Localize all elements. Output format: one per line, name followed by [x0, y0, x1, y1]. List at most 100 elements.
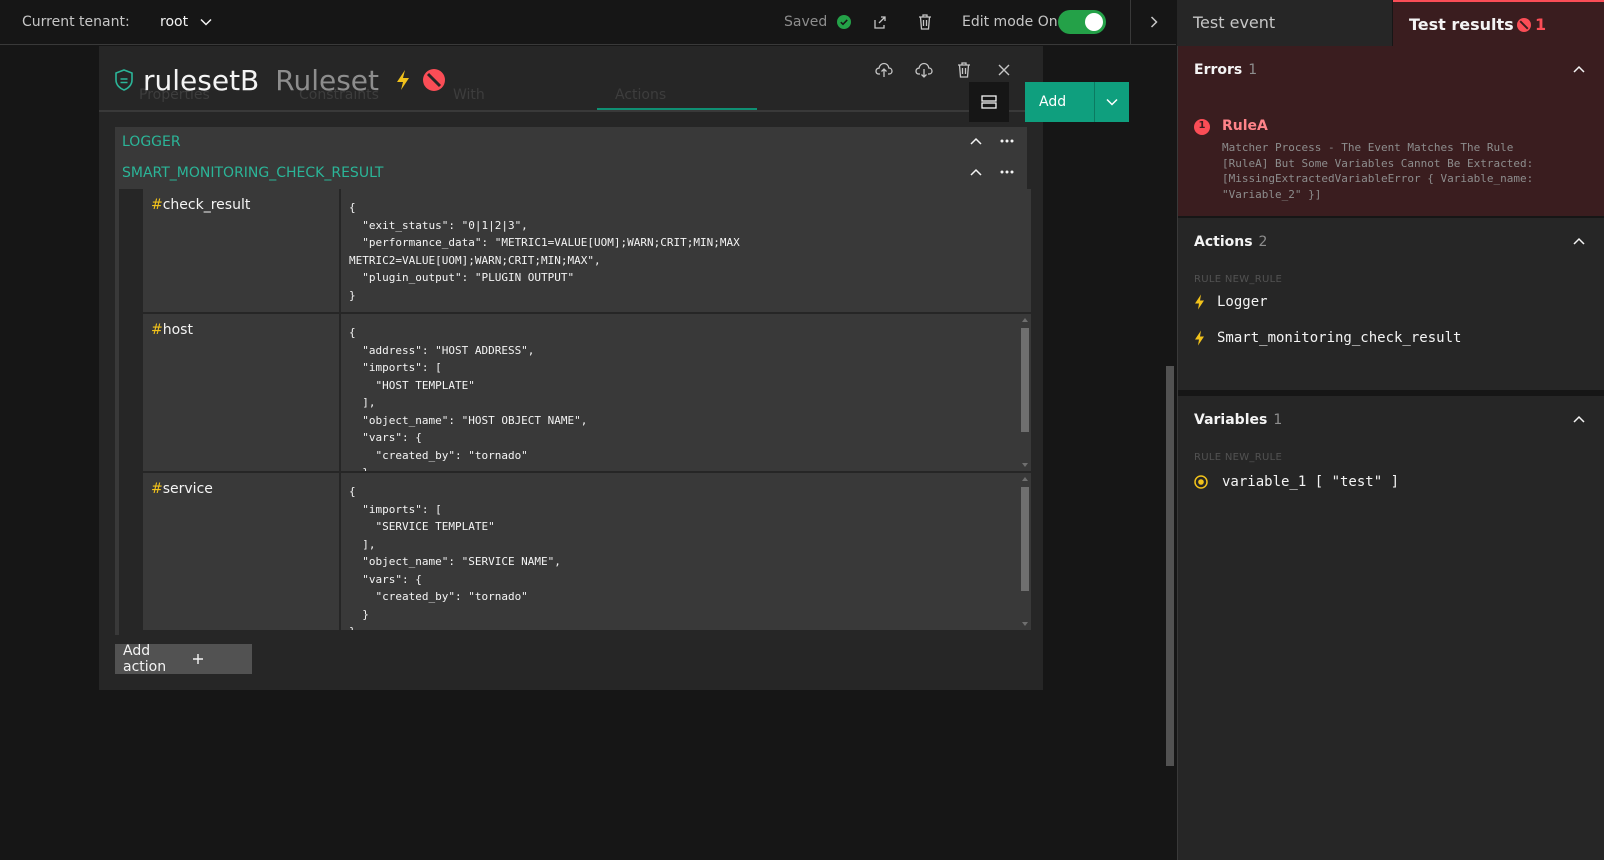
- scroll-up-icon[interactable]: [1022, 477, 1028, 481]
- delete-button[interactable]: [918, 0, 932, 44]
- errors-section: Errors 1 1 RuleA Matcher Process - The Ev…: [1178, 46, 1604, 217]
- variables-rule-label: RULE NEW_RULE: [1194, 452, 1283, 463]
- overflow-menu-icon[interactable]: [999, 165, 1015, 179]
- chevron-right-icon: [1150, 16, 1158, 28]
- plus-icon: [184, 653, 253, 665]
- scroll-up-icon[interactable]: [1022, 318, 1028, 322]
- param-value-text[interactable]: { "imports": [ "SERVICE TEMPLATE" ], "ob…: [341, 473, 1031, 630]
- scroll-down-icon[interactable]: [1022, 463, 1028, 467]
- results-count: 1: [1535, 15, 1547, 34]
- actions-title[interactable]: Actions 2: [1194, 234, 1267, 250]
- ruleset-type: Ruleset: [275, 63, 380, 97]
- add-button-label: Add: [1039, 94, 1067, 110]
- param-value-editor[interactable]: { "imports": [ "SERVICE TEMPLATE" ], "ob…: [341, 473, 1031, 630]
- action-label: LOGGER: [122, 134, 181, 150]
- tenant-value: root: [160, 14, 189, 30]
- param-value-text[interactable]: { "address": "HOST ADDRESS", "imports": …: [341, 314, 1031, 471]
- upload-button[interactable]: [872, 58, 896, 82]
- variable-item-label: variable_1 [ "test" ]: [1222, 474, 1400, 490]
- close-button[interactable]: [992, 58, 1016, 82]
- hash-prefix: #: [151, 197, 163, 213]
- chevron-up-icon[interactable]: [969, 134, 983, 148]
- tab-test-results[interactable]: Test results 1: [1393, 0, 1604, 46]
- add-button[interactable]: Add: [1025, 82, 1129, 122]
- blocked-icon: [423, 69, 446, 91]
- editor-scrollbar[interactable]: [1019, 314, 1031, 471]
- tenant-select[interactable]: root: [160, 0, 212, 44]
- param-name-text: service: [162, 481, 213, 497]
- scroll-down-icon[interactable]: [1022, 622, 1028, 626]
- edit-mode-label: Edit mode On: [962, 14, 1058, 30]
- param-name: #service: [151, 481, 213, 497]
- overflow-menu-icon[interactable]: [999, 134, 1015, 148]
- errors-count: 1: [1248, 62, 1258, 78]
- errors-title-text: Errors: [1194, 62, 1243, 78]
- download-icon: [915, 62, 933, 78]
- error-message: Matcher Process - The Event Matches The …: [1222, 141, 1534, 201]
- checkmark-icon: [837, 15, 852, 29]
- add-action-label: Add action: [123, 643, 167, 675]
- blocked-icon: [1517, 18, 1531, 32]
- download-button[interactable]: [912, 58, 936, 82]
- chevron-down-icon: [200, 18, 212, 26]
- export-button[interactable]: [872, 0, 888, 44]
- ruleset-panel: Properties Constraints With Actions rule…: [99, 46, 1129, 690]
- tab-test-results-label: Test results: [1409, 15, 1514, 34]
- action-label: SMART_MONITORING_CHECK_RESULT: [122, 165, 384, 181]
- variables-title-text: Variables: [1194, 412, 1268, 428]
- action-header-smart-monitoring[interactable]: SMART_MONITORING_CHECK_RESULT: [115, 158, 1027, 190]
- main-scrollbar-thumb[interactable]: [1166, 366, 1174, 766]
- expand-panel-button[interactable]: [1130, 0, 1177, 44]
- variable-item[interactable]: variable_1 [ "test" ]: [1194, 474, 1399, 490]
- param-value-editor[interactable]: { "exit_status": "0|1|2|3", "performance…: [341, 189, 1031, 312]
- editor-scrollbar-thumb[interactable]: [1021, 487, 1029, 591]
- layout-toggle-button[interactable]: [969, 82, 1009, 122]
- add-action-button[interactable]: Add action: [115, 643, 253, 675]
- add-dropdown-toggle[interactable]: [1093, 82, 1129, 122]
- trash-icon: [918, 14, 932, 30]
- action-params: #check_result { "exit_status": "0|1|2|3"…: [115, 189, 1031, 635]
- errors-title[interactable]: Errors 1: [1194, 62, 1257, 78]
- variables-title[interactable]: Variables 1: [1194, 412, 1282, 428]
- tab-test-event-label: Test event: [1193, 13, 1276, 32]
- editor-scrollbar[interactable]: [1019, 473, 1031, 630]
- tab-with[interactable]: With: [453, 87, 485, 103]
- tenant-label-wrap: Current tenant:: [22, 0, 130, 44]
- edit-mode-toggle-wrap[interactable]: [1058, 0, 1106, 44]
- saved-label: Saved: [784, 14, 828, 30]
- param-row-host: #host { "address": "HOST ADDRESS", "impo…: [143, 314, 1031, 471]
- editor-scrollbar-thumb[interactable]: [1021, 328, 1029, 432]
- chevron-up-icon[interactable]: [969, 165, 983, 179]
- action-item[interactable]: Smart_monitoring_check_result: [1194, 330, 1461, 346]
- error-badge-number: 1: [1198, 120, 1206, 131]
- saved-status: Saved: [784, 0, 852, 44]
- layout-icon: [981, 94, 997, 110]
- action-item[interactable]: Logger: [1194, 294, 1268, 310]
- trash-icon: [957, 62, 971, 78]
- actions-section: Actions 2 RULE NEW_RULE Logger Smart_moni…: [1178, 218, 1604, 390]
- action-item-label: Smart_monitoring_check_result: [1217, 330, 1462, 346]
- action-item-label: Logger: [1217, 294, 1268, 310]
- lightning-icon: [1194, 294, 1205, 310]
- lightning-icon: [1194, 330, 1205, 346]
- action-header-logger[interactable]: LOGGER: [115, 127, 1027, 159]
- variables-section: Variables 1 RULE NEW_RULE variable_1 [ "t…: [1178, 396, 1604, 860]
- upload-icon: [875, 62, 893, 78]
- error-rule-name[interactable]: RuleA: [1222, 118, 1268, 134]
- edit-mode-toggle[interactable]: [1058, 10, 1106, 34]
- chevron-up-icon[interactable]: [1572, 62, 1586, 76]
- param-name: #check_result: [151, 197, 250, 213]
- main-scrollbar[interactable]: [1164, 46, 1176, 860]
- delete-ruleset-button[interactable]: [952, 58, 976, 82]
- chevron-down-icon: [1106, 98, 1118, 106]
- tab-actions[interactable]: Actions: [615, 87, 666, 103]
- param-value-text[interactable]: { "exit_status": "0|1|2|3", "performance…: [341, 189, 1031, 304]
- param-value-editor[interactable]: { "address": "HOST ADDRESS", "imports": …: [341, 314, 1031, 471]
- shield-icon: [115, 69, 133, 91]
- tab-test-event[interactable]: Test event: [1177, 0, 1392, 46]
- chevron-up-icon[interactable]: [1572, 234, 1586, 248]
- actions-count: 2: [1258, 234, 1268, 250]
- top-bar: Current tenant: root Saved Edit mode On: [0, 0, 1176, 45]
- radio-icon: [1194, 475, 1208, 489]
- chevron-up-icon[interactable]: [1572, 412, 1586, 426]
